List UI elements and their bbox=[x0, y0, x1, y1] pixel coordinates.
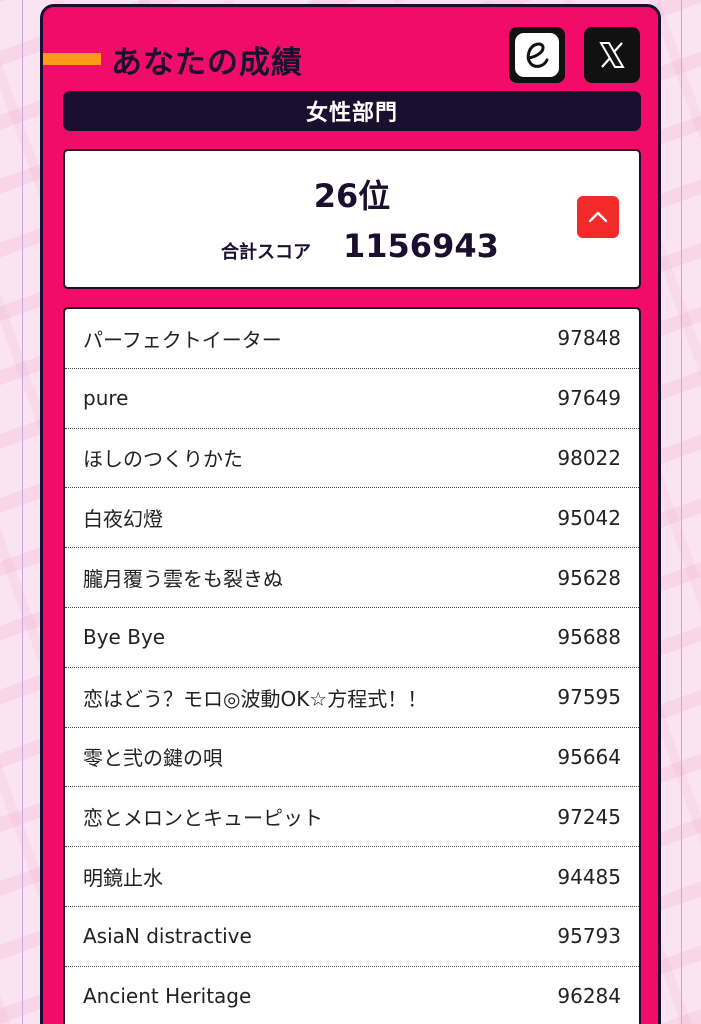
share-e-button[interactable] bbox=[509, 27, 565, 83]
song-row: パーフェクトイーター 97848 bbox=[65, 309, 639, 369]
rank-value: 26位 bbox=[313, 177, 391, 215]
song-score: 97595 bbox=[557, 685, 621, 710]
song-title: Ancient Heritage bbox=[83, 984, 252, 1009]
song-title: パーフェクトイーター bbox=[83, 327, 282, 352]
song-score: 95688 bbox=[557, 625, 621, 650]
total-score-value: 1156943 bbox=[343, 227, 499, 265]
song-row: 零と弐の鍵の唄 95664 bbox=[65, 728, 639, 788]
song-title: 零と弐の鍵の唄 bbox=[83, 746, 223, 771]
song-title: 明鏡止水 bbox=[83, 866, 163, 891]
song-score: 96284 bbox=[557, 984, 621, 1009]
division-header: 女性部門 bbox=[63, 91, 641, 131]
song-score: 97649 bbox=[557, 386, 621, 411]
song-title: ほしのつくりかた bbox=[83, 447, 243, 472]
title-accent-bar bbox=[43, 53, 101, 65]
collapse-button[interactable] bbox=[577, 196, 619, 238]
song-title: AsiaN distractive bbox=[83, 924, 252, 949]
right-guide-line bbox=[681, 0, 682, 1024]
song-row: pure 97649 bbox=[65, 369, 639, 429]
song-title: pure bbox=[83, 386, 129, 411]
song-score: 97245 bbox=[557, 804, 621, 829]
score-summary: 26位 合計スコア 1156943 bbox=[63, 149, 641, 289]
results-card: あなたの成績 女性部門 26位 合計スコア 1156943 パーフェクトイーター… bbox=[40, 4, 661, 1024]
chevron-up-icon bbox=[588, 211, 608, 223]
song-row: 恋とメロンとキューピット 97245 bbox=[65, 787, 639, 848]
song-score: 95042 bbox=[557, 505, 621, 530]
song-title: Bye Bye bbox=[83, 625, 166, 650]
song-score: 95664 bbox=[557, 744, 621, 769]
total-score-label: 合計スコア bbox=[221, 242, 311, 263]
song-row: Ancient Heritage 96284 bbox=[65, 967, 639, 1024]
song-title: 朧月覆う雲をも裂きぬ bbox=[83, 567, 283, 592]
song-score: 98022 bbox=[557, 445, 621, 470]
x-icon bbox=[599, 42, 625, 68]
song-row: Bye Bye 95688 bbox=[65, 608, 639, 668]
song-title: 恋とメロンとキューピット bbox=[83, 806, 323, 831]
song-score: 95628 bbox=[557, 565, 621, 590]
song-row: 白夜幻燈 95042 bbox=[65, 488, 639, 549]
song-row: 朧月覆う雲をも裂きぬ 95628 bbox=[65, 548, 639, 608]
song-score-list: パーフェクトイーター 97848 pure 97649 ほしのつくりかた 98022 … bbox=[63, 307, 641, 1024]
song-score: 94485 bbox=[557, 864, 621, 889]
song-title: 恋はどう？モロ◎波動OK☆方程式！！ bbox=[83, 686, 428, 711]
song-row: ほしのつくりかた 98022 bbox=[65, 429, 639, 489]
song-row: 明鏡止水 94485 bbox=[65, 847, 639, 907]
page-title: あなたの成績 bbox=[111, 45, 303, 81]
song-score: 95793 bbox=[557, 924, 621, 949]
song-score: 97848 bbox=[557, 326, 621, 351]
left-guide-line bbox=[22, 0, 23, 1024]
share-x-button[interactable] bbox=[584, 27, 640, 83]
song-title: 白夜幻燈 bbox=[83, 507, 163, 532]
e-icon bbox=[515, 33, 559, 77]
song-row: AsiaN distractive 95793 bbox=[65, 907, 639, 967]
song-row: 恋はどう？モロ◎波動OK☆方程式！！ 97595 bbox=[65, 668, 639, 728]
